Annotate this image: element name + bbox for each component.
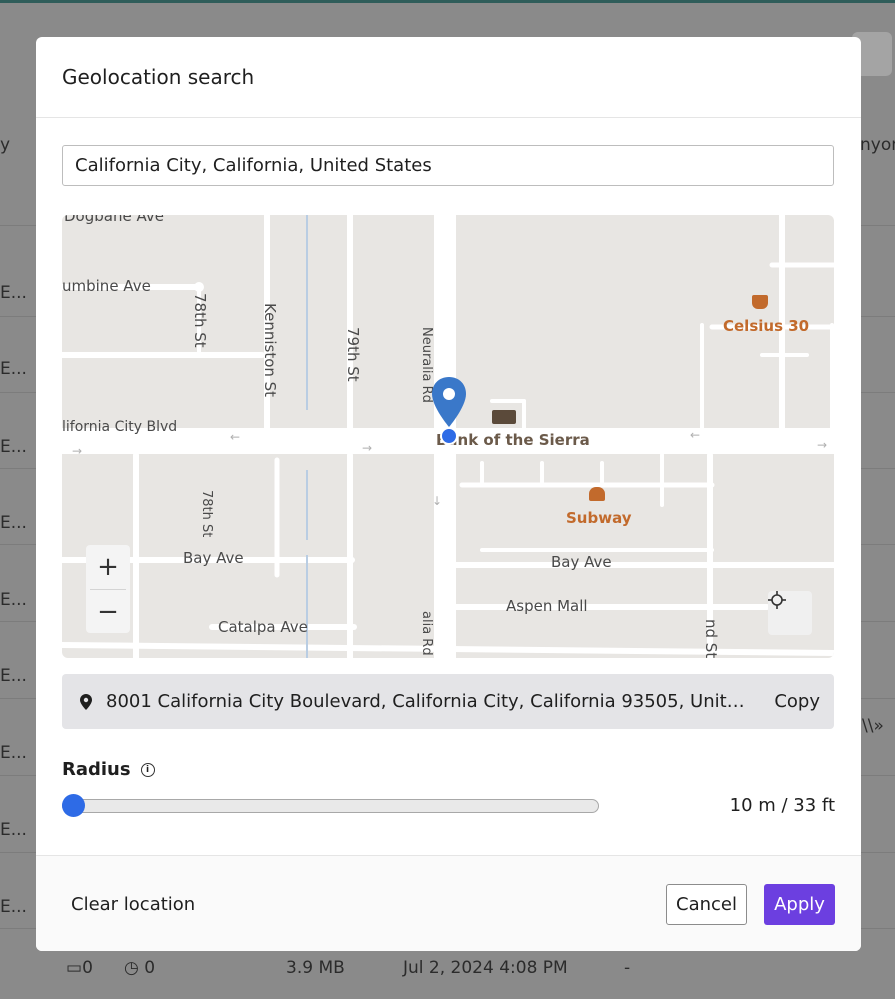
street-78th-south: 78th St xyxy=(199,490,214,538)
street-neuralia-south: alia Rd xyxy=(419,611,434,656)
copy-address-button[interactable]: Copy xyxy=(774,691,820,712)
street-aspen-mall: Aspen Mall xyxy=(506,597,588,615)
street-nd-st: nd St xyxy=(702,619,720,658)
svg-text:←: ← xyxy=(230,430,240,444)
file-dash: - xyxy=(624,958,631,978)
info-icon[interactable]: i xyxy=(140,762,155,777)
street-78th: 78th St xyxy=(191,293,209,348)
bg-row-cell: E... xyxy=(0,820,27,840)
cafe-icon xyxy=(752,295,768,309)
street-kenniston: Kenniston St xyxy=(261,303,279,398)
location-pin-icon[interactable] xyxy=(430,375,468,445)
bg-row-cell: E... xyxy=(0,513,27,533)
address-text: 8001 California City Boulevard, Californ… xyxy=(106,691,755,712)
history-count: ◷ 0 xyxy=(124,958,156,978)
svg-text:→: → xyxy=(817,438,827,452)
radius-label-text: Radius xyxy=(62,759,131,780)
svg-text:→: → xyxy=(72,444,82,458)
address-bar: 8001 California City Boulevard, Californ… xyxy=(62,674,834,729)
clear-location-button[interactable]: Clear location xyxy=(71,894,195,915)
dialog-header: Geolocation search xyxy=(36,37,861,118)
street-california-city-blvd: lifornia City Blvd xyxy=(62,419,178,435)
comment-count: ▭0 xyxy=(66,958,93,978)
radius-slider-handle[interactable] xyxy=(62,794,85,817)
zoom-controls: + − xyxy=(86,545,130,633)
svg-text:→: → xyxy=(362,441,372,455)
comment-icon: ▭ xyxy=(66,958,83,978)
dialog-footer: Clear location Cancel Apply xyxy=(36,855,861,951)
cancel-button[interactable]: Cancel xyxy=(666,884,747,925)
crosshair-icon xyxy=(768,591,786,609)
street-columbine: umbine Ave xyxy=(62,277,151,295)
clock-icon: ◷ xyxy=(124,958,139,978)
svg-text:←: ← xyxy=(690,428,700,442)
restaurant-icon xyxy=(589,487,605,501)
apply-button[interactable]: Apply xyxy=(764,884,835,925)
bg-row-cell: E... xyxy=(0,590,27,610)
zoom-in-button[interactable]: + xyxy=(86,545,130,589)
street-bay-ave-east: Bay Ave xyxy=(551,553,612,571)
bank-icon xyxy=(492,410,516,424)
poi-subway[interactable]: Subway xyxy=(566,509,632,527)
locate-me-button[interactable] xyxy=(768,591,812,635)
file-size: 3.9 MB xyxy=(286,958,345,978)
app-top-bar xyxy=(0,0,895,3)
map-pin-icon xyxy=(80,693,92,710)
street-dogbane: Dogbane Ave xyxy=(64,215,164,225)
poi-celsius-30[interactable]: Celsius 30 xyxy=(723,317,809,335)
street-catalpa: Catalpa Ave xyxy=(218,618,308,636)
bg-row-cell: E... xyxy=(0,437,27,457)
bg-row-cell: E... xyxy=(0,743,27,763)
bg-column-header-right: nyon xyxy=(860,135,895,155)
svg-text:↓: ↓ xyxy=(432,494,442,508)
bg-row-cell: E... xyxy=(0,666,27,686)
radius-slider-track[interactable] xyxy=(62,799,599,813)
bg-column-header-left: y xyxy=(0,135,11,155)
map-view[interactable]: → ← → ← → ↓ Dogbane Ave umbine Ave 78th … xyxy=(62,215,834,658)
geolocation-dialog: Geolocation search California City, Cali… xyxy=(36,37,861,951)
bg-row-cell: E... xyxy=(0,897,27,917)
file-date: Jul 2, 2024 4:08 PM xyxy=(403,958,568,978)
radius-value: 10 m / 33 ft xyxy=(729,795,835,816)
location-search-input[interactable] xyxy=(62,145,834,186)
street-79th: 79th St xyxy=(344,327,362,382)
zoom-out-button[interactable]: − xyxy=(86,590,130,634)
bg-row-cell: E... xyxy=(0,283,27,303)
street-bay-ave-west: Bay Ave xyxy=(183,549,244,567)
dialog-title: Geolocation search xyxy=(62,65,255,89)
bg-row-cell: E... xyxy=(0,359,27,379)
bg-row-snippet: \\» xyxy=(862,716,884,736)
radius-label: Radius i xyxy=(62,759,155,780)
